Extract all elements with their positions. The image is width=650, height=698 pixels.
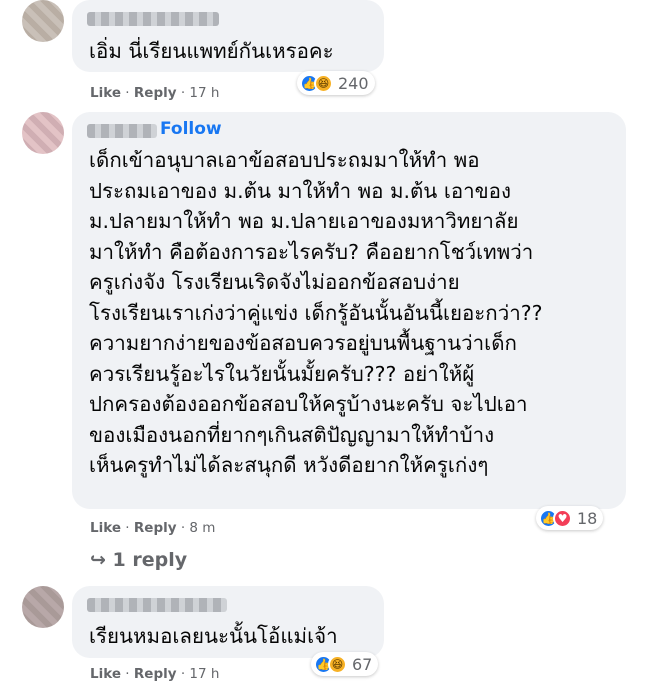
haha-reaction-icon: 😆: [328, 654, 347, 674]
comment-bubble: เรียนหมอเลยนะนั้นโอ้แม่เจ้า: [72, 586, 384, 658]
comment-text-line: เห็นครูทำไม่ได้ละสนุกดี หวังดีอยากให้ครู…: [89, 453, 489, 477]
comment-text-line: โรงเรียนเราเก่งว่าคู่แข่ง เด็กรู้อันนั้น…: [89, 300, 543, 325]
comment-time[interactable]: 17 h: [189, 666, 219, 682]
view-replies-link[interactable]: ↪ 1 reply: [90, 549, 187, 571]
comment-text-line: ประถมเอาของ ม.ต้น มาให้ทำ พอ ม.ต้น เอาขอ…: [89, 178, 511, 203]
avatar[interactable]: [22, 0, 64, 42]
reply-link[interactable]: Reply: [134, 666, 177, 682]
reply-link[interactable]: Reply: [134, 520, 177, 536]
reaction-count: 67: [352, 654, 373, 674]
reaction-summary[interactable]: 👍 ♥ 18: [536, 506, 604, 530]
comment-actions: Like · Reply · 17 h: [90, 85, 220, 101]
comment-text-line: เด็กเข้าอนุบาลเอาข้อสอบประถมมาให้ทำ พอ: [89, 148, 480, 172]
reply-arrow-icon: ↪: [90, 549, 106, 571]
reaction-count: 240: [338, 73, 369, 93]
comment-bubble: เอิ่ม นี่เรียนแพทย์กันเหรอคะ: [72, 0, 384, 72]
comment-text-line: ของเมืองนอกที่ยากๆเกินสติปัญญามาให้ทำบ้า…: [89, 422, 495, 447]
avatar[interactable]: [22, 112, 64, 154]
comment-time[interactable]: 17 h: [189, 85, 219, 101]
author-name-blurred[interactable]: [87, 12, 219, 26]
view-replies-label: 1 reply: [112, 549, 188, 571]
comment-text-line: ม.ปลายมาให้ทำ พอ ม.ปลายเอาของมหาวิทยาลัย: [89, 209, 519, 233]
comment-text-line: ครูเก่งจัง โรงเรียนเริดจังไม่ออกข้อสอบง่…: [89, 270, 460, 294]
like-link[interactable]: Like: [90, 520, 121, 536]
reaction-summary[interactable]: 👍 😆 67: [311, 652, 379, 676]
avatar[interactable]: [22, 586, 64, 628]
comment-text-line: มาให้ทำ คือต้องการอะไรครับ? คืออยากโชว์เ…: [89, 239, 534, 264]
author-name-blurred[interactable]: [87, 598, 227, 612]
comment-text: เอิ่ม นี่เรียนแพทย์กันเหรอคะ: [89, 39, 334, 63]
comment-time[interactable]: 8 m: [189, 520, 215, 536]
haha-reaction-icon: 😆: [314, 73, 333, 93]
reaction-count: 18: [577, 508, 598, 528]
comment-text: เรียนหมอเลยนะนั้นโอ้แม่เจ้า: [89, 624, 338, 648]
comment-text-line: ความยากง่ายของข้อสอบควรอยู่บนพื้นฐานว่าเ…: [89, 331, 517, 355]
comment-actions: Like · Reply · 8 m: [90, 520, 216, 536]
comment-bubble: Follow เด็กเข้าอนุบาลเอาข้อสอบประถมมาให้…: [72, 112, 626, 509]
comment-text-line: ควรเรียนรู้อะไรในวัยนั้นมั้ยครับ??? อย่า…: [89, 361, 475, 386]
like-link[interactable]: Like: [90, 666, 121, 682]
author-name-blurred[interactable]: [87, 124, 157, 138]
love-reaction-icon: ♥: [553, 508, 572, 528]
like-link[interactable]: Like: [90, 85, 121, 101]
follow-button[interactable]: Follow: [160, 119, 222, 139]
reply-link[interactable]: Reply: [134, 85, 177, 101]
reaction-summary[interactable]: 👍 😆 240: [297, 71, 375, 95]
comment-actions: Like · Reply · 17 h: [90, 666, 220, 682]
comment-text-line: ปกครองต้องออกข้อสอบให้ครูบ้างนะครับ จะไป…: [89, 392, 528, 416]
